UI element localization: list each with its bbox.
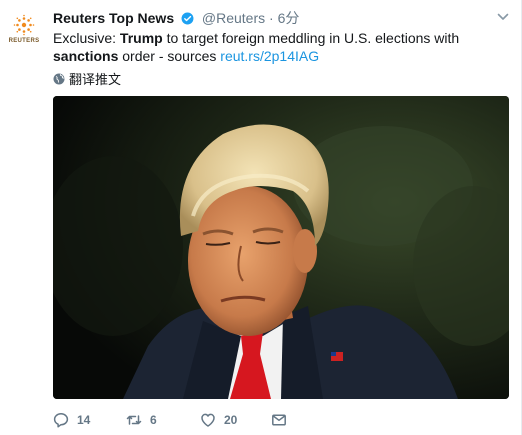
tweet-actions: 14 6 20 (53, 411, 286, 429)
avatar[interactable]: REUTERS (6, 14, 42, 50)
tweet-text-part: Exclusive: (53, 30, 120, 46)
tweet-text-bold: sanctions (53, 48, 119, 64)
like-count: 20 (224, 413, 238, 427)
separator-dot: · (269, 10, 274, 26)
tweet-text-part: order - sources (118, 48, 221, 64)
retweet-count: 6 (150, 413, 157, 427)
heart-icon (201, 413, 215, 427)
tweet-text-bold: Trump (119, 30, 163, 46)
reuters-logo-icon (13, 14, 35, 36)
retweet-icon (126, 415, 142, 425)
author-name[interactable]: Reuters Top News (53, 10, 174, 26)
reply-icon (53, 413, 69, 428)
globe-icon (53, 73, 65, 84)
tweet-timestamp[interactable]: 6分 (278, 10, 300, 26)
avatar-wordmark: REUTERS (8, 38, 40, 44)
photo-image (53, 96, 509, 399)
envelope-icon (272, 414, 286, 426)
author-handle[interactable]: @Reuters (202, 10, 265, 26)
tweet-text: Exclusive: Trump to target foreign meddl… (53, 29, 493, 65)
reply-button[interactable]: 14 (53, 412, 90, 428)
like-button[interactable]: 20 (200, 412, 237, 428)
tweet-photo[interactable] (53, 96, 509, 399)
tweet-link[interactable]: reut.rs/2p14IAG (220, 48, 319, 64)
verified-badge-icon (181, 12, 194, 25)
reply-count: 14 (77, 413, 91, 427)
translate-tweet-button[interactable]: 翻译推文 (53, 69, 121, 88)
translate-label: 翻译推文 (69, 72, 122, 87)
tweet-text-part: to target foreign meddling in U.S. elect… (162, 30, 460, 46)
tweet-header: Reuters Top News @Reuters · 6分 (53, 9, 299, 27)
tweet-card[interactable]: REUTERS Reuters Top News @Reuters · 6分 E… (0, 0, 521, 435)
direct-message-button[interactable] (271, 412, 295, 428)
retweet-button[interactable]: 6 (126, 412, 157, 428)
chevron-down-icon[interactable] (497, 11, 509, 23)
